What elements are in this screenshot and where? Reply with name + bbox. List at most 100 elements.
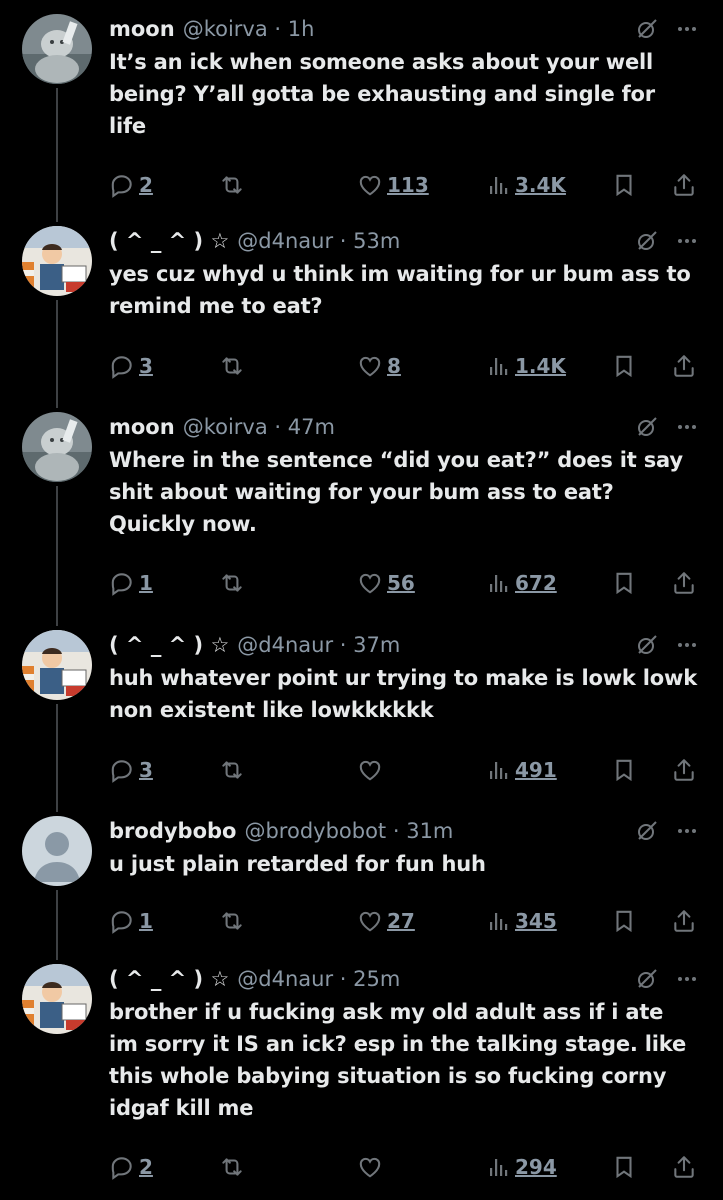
handle-text: @koirva	[182, 17, 268, 41]
separator-dot: ·	[267, 17, 288, 41]
tweet-content: ( ^ _ ^ ) ☆ @d4naur · 25m brother if u fuc…	[109, 964, 697, 1180]
timestamp[interactable]: 31m	[406, 819, 453, 843]
more-options-icon[interactable]	[677, 642, 697, 648]
reply-button[interactable]: 1	[109, 570, 153, 596]
share-icon	[671, 757, 697, 783]
avatar[interactable]	[22, 630, 92, 700]
tweet-text: Where in the sentence “did you eat?” doe…	[109, 448, 683, 536]
repost-button[interactable]	[219, 1154, 249, 1180]
share-button[interactable]	[671, 172, 697, 198]
views-button[interactable]: 345	[487, 909, 557, 933]
repost-icon	[219, 908, 245, 934]
timestamp[interactable]: 37m	[353, 633, 400, 657]
avatar[interactable]	[22, 964, 92, 1034]
reply-button[interactable]: 3	[109, 353, 153, 379]
share-button[interactable]	[671, 1154, 697, 1180]
grok-icon[interactable]	[635, 633, 659, 657]
like-button[interactable]: 56	[357, 570, 415, 596]
display-name[interactable]: moon	[109, 415, 175, 439]
like-button[interactable]: 8	[357, 353, 401, 379]
reply-button[interactable]: 1	[109, 908, 153, 934]
grok-icon[interactable]	[635, 967, 659, 991]
handle-text: @brodybobot	[244, 819, 387, 843]
display-name[interactable]: brodybobo	[109, 819, 236, 843]
grok-icon[interactable]	[635, 819, 659, 843]
tweet-actions: 3 491	[109, 755, 697, 785]
like-button[interactable]: 27	[357, 908, 415, 934]
views-button[interactable]: 491	[487, 758, 557, 782]
reply-count: 3	[139, 758, 153, 782]
bookmark-button[interactable]	[611, 570, 637, 596]
avatar[interactable]	[22, 226, 92, 296]
header-icons	[635, 819, 697, 843]
share-button[interactable]	[671, 353, 697, 379]
timestamp[interactable]: 47m	[288, 415, 335, 439]
bookmark-button[interactable]	[611, 1154, 637, 1180]
more-options-icon[interactable]	[677, 238, 697, 244]
tweet-header: moon @koirva · 1h	[109, 14, 697, 44]
like-button[interactable]	[357, 757, 387, 783]
repost-button[interactable]	[219, 757, 249, 783]
tweet-header: moon @koirva · 47m	[109, 412, 697, 442]
reply-thread: moon @koirva · 1h It’s an ick when someone…	[0, 0, 723, 1200]
share-icon	[671, 353, 697, 379]
tweet-actions: 1 56 672	[109, 568, 697, 598]
repost-button[interactable]	[219, 353, 249, 379]
display-name[interactable]: ( ^ _ ^ ) ☆	[109, 967, 229, 991]
more-options-icon[interactable]	[677, 828, 697, 834]
bookmark-button[interactable]	[611, 908, 637, 934]
cartoon-avatar	[22, 226, 92, 296]
repost-button[interactable]	[219, 172, 249, 198]
reply-button[interactable]: 3	[109, 757, 153, 783]
more-options-icon[interactable]	[677, 424, 697, 430]
timestamp[interactable]: 53m	[353, 229, 400, 253]
tweet-content: moon @koirva · 1h It’s an ick when someone…	[109, 14, 697, 198]
views-count: 672	[515, 571, 557, 595]
more-options-icon[interactable]	[677, 26, 697, 32]
reply-button[interactable]: 2	[109, 172, 153, 198]
grok-icon[interactable]	[635, 17, 659, 41]
like-button[interactable]: 113	[357, 172, 429, 198]
username-handle[interactable]: @d4naur · 53m	[237, 229, 400, 253]
views-button[interactable]: 3.4K	[487, 173, 566, 197]
bookmark-button[interactable]	[611, 353, 637, 379]
share-button[interactable]	[671, 757, 697, 783]
reply-button[interactable]: 2	[109, 1154, 153, 1180]
timestamp[interactable]: 1h	[288, 17, 315, 41]
repost-button[interactable]	[219, 908, 249, 934]
display-name[interactable]: moon	[109, 17, 175, 41]
avatar[interactable]	[22, 816, 92, 886]
more-options-icon[interactable]	[677, 976, 697, 982]
username-handle[interactable]: @d4naur · 25m	[237, 967, 400, 991]
display-name[interactable]: ( ^ _ ^ ) ☆	[109, 229, 229, 253]
bookmark-button[interactable]	[611, 172, 637, 198]
share-icon	[671, 570, 697, 596]
username-handle[interactable]: @d4naur · 37m	[237, 633, 400, 657]
share-button[interactable]	[671, 570, 697, 596]
username-handle[interactable]: @brodybobot · 31m	[244, 819, 453, 843]
grok-icon[interactable]	[635, 415, 659, 439]
reply-icon	[109, 570, 135, 596]
bookmark-button[interactable]	[611, 757, 637, 783]
display-name[interactable]: ( ^ _ ^ ) ☆	[109, 633, 229, 657]
views-icon	[487, 571, 511, 595]
like-button[interactable]	[357, 1154, 387, 1180]
avatar[interactable]	[22, 14, 92, 84]
repost-icon	[219, 353, 245, 379]
username-handle[interactable]: @koirva · 47m	[183, 415, 335, 439]
share-button[interactable]	[671, 908, 697, 934]
grok-icon[interactable]	[635, 229, 659, 253]
views-button[interactable]: 1.4K	[487, 354, 566, 378]
like-icon	[357, 570, 383, 596]
views-button[interactable]: 294	[487, 1155, 557, 1179]
repost-icon	[219, 1154, 245, 1180]
views-count: 3.4K	[515, 173, 566, 197]
views-button[interactable]: 672	[487, 571, 557, 595]
thread-connector-line	[56, 88, 58, 222]
avatar[interactable]	[22, 412, 92, 482]
timestamp[interactable]: 25m	[353, 967, 400, 991]
like-count: 8	[387, 354, 401, 378]
repost-button[interactable]	[219, 570, 249, 596]
username-handle[interactable]: @koirva · 1h	[183, 17, 315, 41]
tweet-text: It’s an ick when someone asks about your…	[109, 50, 655, 138]
